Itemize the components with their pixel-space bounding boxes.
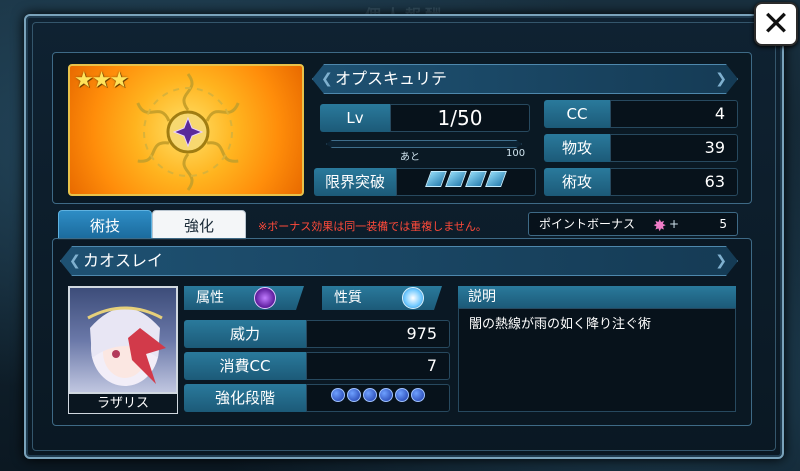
enhance-stage-gauge <box>306 384 450 412</box>
level-value: 1/50 <box>390 104 530 132</box>
limit-break-gauge <box>396 168 536 196</box>
power-label: 威力 <box>184 320 306 348</box>
experience-track <box>326 140 522 148</box>
level-label: Lv <box>320 104 390 132</box>
experience-bar: あと 100 <box>320 136 530 163</box>
ice-crystal-icon <box>402 287 424 309</box>
equipment-name-bar: ❮ オプスキュリテ ❯ <box>312 64 738 94</box>
enhance-orb-icon <box>363 388 377 402</box>
tab-enhance[interactable]: 強化 <box>152 210 246 240</box>
point-bonus-value: 5 <box>719 217 727 231</box>
enhance-orbs <box>330 387 426 406</box>
dark-element-icon <box>254 287 276 309</box>
tab-arte[interactable]: 術技 <box>58 210 152 240</box>
stat-value-cc: 4 <box>610 100 738 128</box>
cc-cost-label: 消費CC <box>184 352 306 380</box>
character-portrait[interactable] <box>68 286 178 394</box>
limit-break-diamond-icon <box>425 171 447 187</box>
nature-label: 性質 <box>322 286 442 310</box>
stat-label-arte-attack: 術攻 <box>544 168 610 196</box>
chevron-left-icon: ❮ <box>321 71 333 87</box>
limit-break-diamond-icon <box>445 171 467 187</box>
equipment-name: オプスキュリテ <box>335 69 448 88</box>
enhance-orb-icon <box>347 388 361 402</box>
point-bonus: ポイントボーナス ✸ + 5 <box>528 212 738 236</box>
chevron-right-icon: ❯ <box>715 253 727 269</box>
enhance-orb-icon <box>379 388 393 402</box>
enhance-orb-icon <box>411 388 425 402</box>
stat-label-physical-attack: 物攻 <box>544 134 610 162</box>
arte-name-bar: ❮ カオスレイ ❯ <box>60 246 738 276</box>
description-text: 闇の熱線が雨の如く降り注ぐ術 <box>458 308 736 412</box>
bonus-notice: ※ボーナス効果は同一装備では重複しません。 <box>258 220 487 233</box>
close-x-icon: ✕ <box>761 4 791 44</box>
enhance-orb-icon <box>331 388 345 402</box>
experience-remaining-value: 100 <box>506 148 526 159</box>
point-bonus-label: ポイントボーナス <box>539 217 636 231</box>
character-name: ラザリス <box>68 394 178 414</box>
limit-break-diamond-icon <box>485 171 507 187</box>
limit-break-label: 限界突破 <box>314 168 396 196</box>
chevron-right-icon: ❯ <box>715 71 727 87</box>
description-header: 説明 <box>458 286 736 308</box>
point-bonus-plus: + <box>669 217 680 231</box>
chevron-left-icon: ❮ <box>69 253 81 269</box>
limit-break-diamond-icon <box>465 171 487 187</box>
stat-label-cc: CC <box>544 100 610 128</box>
rarity-stars: ★★★ <box>74 68 129 93</box>
experience-remaining-label: あと <box>400 152 420 163</box>
limit-break-diamonds <box>425 171 507 191</box>
character-portrait-art <box>87 306 166 386</box>
cc-cost-value: 7 <box>306 352 450 380</box>
stat-value-physical-attack: 39 <box>610 134 738 162</box>
attribute-label: 属性 <box>184 286 304 310</box>
equipment-card-image: ★★★ <box>68 64 304 196</box>
arte-name: カオスレイ <box>83 251 164 270</box>
enhance-stage-label: 強化段階 <box>184 384 306 412</box>
close-button[interactable]: ✕ <box>754 2 798 46</box>
enhance-orb-icon <box>395 388 409 402</box>
power-value: 975 <box>306 320 450 348</box>
stat-value-arte-attack: 63 <box>610 168 738 196</box>
bonus-star-icon: ✸ <box>653 216 667 235</box>
